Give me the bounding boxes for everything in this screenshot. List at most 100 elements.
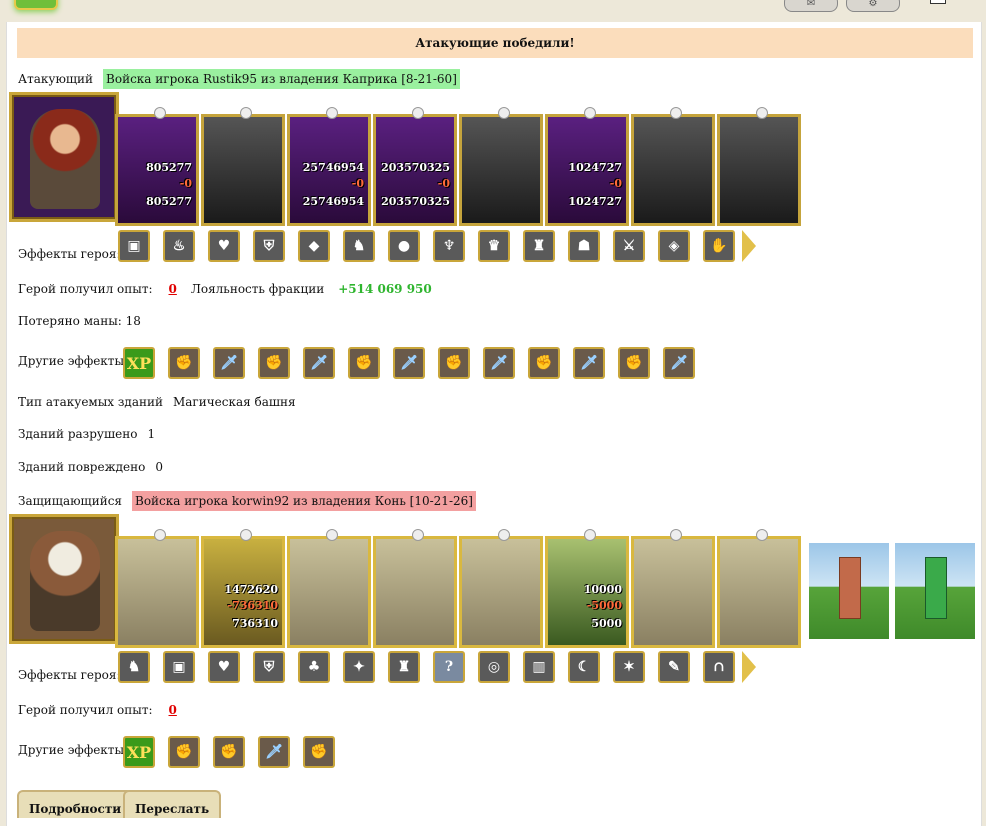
ring-icon[interactable]: ◎ xyxy=(478,651,510,683)
skull-icon xyxy=(756,107,768,119)
details-button[interactable]: Подробности xyxy=(17,790,134,818)
loyalty-value: +514 069 950 xyxy=(338,282,432,296)
fist-sword-icon[interactable]: ✊ xyxy=(438,347,470,379)
unit-reaper[interactable] xyxy=(631,107,715,226)
unit-count-top: 1024727 xyxy=(568,161,622,174)
crystal-icon[interactable]: ✦ xyxy=(343,651,375,683)
sword-icon[interactable]: 🗡 xyxy=(393,347,425,379)
question-icon[interactable]: ? xyxy=(433,651,465,683)
unit-dark-knight[interactable]: 25746954 -0 25746954 xyxy=(287,107,371,226)
fist-sword-icon[interactable]: ✊ xyxy=(528,347,560,379)
sword-icon[interactable]: 🗡 xyxy=(663,347,695,379)
gold-icon[interactable]: ◆ xyxy=(298,230,330,262)
unit-bone-dragon[interactable]: 203570325 -0 203570325 xyxy=(373,107,457,226)
heart-icon[interactable]: ♥ xyxy=(208,230,240,262)
mana-line: Потеряно маны: 18 xyxy=(18,314,141,328)
gem-icon[interactable]: ◈ xyxy=(658,230,690,262)
orb-icon[interactable]: ● xyxy=(388,230,420,262)
sword-icon[interactable]: 🗡 xyxy=(213,347,245,379)
unit-count-top: 10000 xyxy=(583,583,622,596)
destroyed-label: Зданий разрушено xyxy=(18,427,138,441)
fist-sword-icon[interactable]: ✊ xyxy=(258,347,290,379)
attacker-army-label[interactable]: Войска игрока Rustik95 из владения Капри… xyxy=(103,69,460,89)
scythe-icon[interactable]: ☾ xyxy=(568,651,600,683)
scroll-icon[interactable]: ✎ xyxy=(658,651,690,683)
defender-line: Защищающийся Войска игрока korwin92 из в… xyxy=(18,491,476,511)
unit-wizard[interactable] xyxy=(717,529,801,648)
sword-icon[interactable]: 🗡 xyxy=(573,347,605,379)
gauntlet-icon[interactable]: ✋ xyxy=(703,230,735,262)
next-arrow-icon[interactable] xyxy=(742,230,756,262)
knight-icon[interactable]: ♞ xyxy=(118,651,150,683)
skull-icon xyxy=(670,107,682,119)
unit-golden-angel[interactable]: 1472620 -736310 736310 xyxy=(201,529,285,648)
unit-count-bot: 736310 xyxy=(232,617,278,630)
heart-icon[interactable]: ♥ xyxy=(208,651,240,683)
unit-gnome-warrior[interactable]: 805277 -0 805277 xyxy=(115,107,199,226)
damaged-line: Зданий повреждено 0 xyxy=(18,460,163,474)
fist-sword-icon[interactable]: ✊ xyxy=(348,347,380,379)
unit-skeleton[interactable] xyxy=(201,107,285,226)
unit-mounted-knight[interactable] xyxy=(115,529,199,648)
shield-icon[interactable]: ⛨ xyxy=(253,651,285,683)
claw-icon[interactable]: ✶ xyxy=(613,651,645,683)
helmet-icon[interactable]: ☗ xyxy=(568,230,600,262)
arch-icon[interactable]: ∩ xyxy=(703,651,735,683)
unit-count-top: 805277 xyxy=(146,161,192,174)
unit-count-mid: -0 xyxy=(437,177,450,190)
next-arrow-icon[interactable] xyxy=(742,651,756,683)
destroyed-line: Зданий разрушено 1 xyxy=(18,427,155,441)
window-icon[interactable] xyxy=(930,0,946,4)
torch-icon[interactable]: ♆ xyxy=(433,230,465,262)
skull-icon xyxy=(498,107,510,119)
chest-icon[interactable]: ▣ xyxy=(118,230,150,262)
exp-value[interactable]: 0 xyxy=(169,703,177,717)
spears-icon[interactable]: ⚔ xyxy=(613,230,645,262)
fist-sword-icon[interactable]: ✊ xyxy=(303,736,335,768)
defender-hero-portrait[interactable] xyxy=(9,514,119,644)
unit-archer[interactable] xyxy=(459,529,543,648)
gate-icon[interactable]: ▥ xyxy=(523,651,555,683)
fist-sword-icon[interactable]: ✊ xyxy=(168,736,200,768)
unit-count-mid: -736310 xyxy=(227,599,279,612)
fist-sword-icon[interactable]: ✊ xyxy=(168,347,200,379)
unit-warlord[interactable] xyxy=(631,529,715,648)
castle-icon[interactable]: ♜ xyxy=(388,651,420,683)
xp-icon[interactable]: XP xyxy=(123,347,155,379)
mail-icon[interactable]: ✉ xyxy=(784,0,838,12)
fire-chest-icon[interactable]: ♨ xyxy=(163,230,195,262)
fist-sword-icon[interactable]: ✊ xyxy=(213,736,245,768)
unit-count-mid: -0 xyxy=(351,177,364,190)
sword-icon[interactable]: 🗡 xyxy=(303,347,335,379)
damaged-value: 0 xyxy=(155,460,163,474)
unit-mage[interactable]: 10000 -5000 5000 xyxy=(545,529,629,648)
defender-army-label[interactable]: Войска игрока korwin92 из владения Конь … xyxy=(132,491,476,511)
exp-value[interactable]: 0 xyxy=(169,282,177,296)
unit-griffin[interactable] xyxy=(373,529,457,648)
sword-icon[interactable]: 🗡 xyxy=(258,736,290,768)
forward-button[interactable]: Переслать xyxy=(123,790,222,818)
building-type-value: Магическая башня xyxy=(172,395,296,409)
chest-icon[interactable]: ▣ xyxy=(163,651,195,683)
skull-icon xyxy=(412,529,424,541)
unit-lich[interactable]: 1024727 -0 1024727 xyxy=(545,107,629,226)
unit-count-bot: 1024727 xyxy=(568,195,622,208)
skull-icon xyxy=(154,529,166,541)
xp-icon[interactable]: XP xyxy=(123,736,155,768)
unit-ghost[interactable] xyxy=(717,107,801,226)
castle-icon[interactable]: ♜ xyxy=(523,230,555,262)
fist-sword-icon[interactable]: ✊ xyxy=(618,347,650,379)
attacker-hero-portrait[interactable] xyxy=(9,92,119,222)
unit-cavalry[interactable] xyxy=(287,529,371,648)
unit-count-mid: -0 xyxy=(179,177,192,190)
knight-icon[interactable]: ♞ xyxy=(343,230,375,262)
shield-icon[interactable]: ⛨ xyxy=(253,230,285,262)
unit-black-knight[interactable] xyxy=(459,107,543,226)
crown-icon[interactable]: ♛ xyxy=(478,230,510,262)
sword-icon[interactable]: 🗡 xyxy=(483,347,515,379)
destroyed-value: 1 xyxy=(147,427,156,441)
result-banner: Атакующие победили! xyxy=(17,28,973,58)
settings-icon[interactable]: ⚙ xyxy=(846,0,900,12)
home-button[interactable] xyxy=(14,0,58,10)
tree-icon[interactable]: ♣ xyxy=(298,651,330,683)
